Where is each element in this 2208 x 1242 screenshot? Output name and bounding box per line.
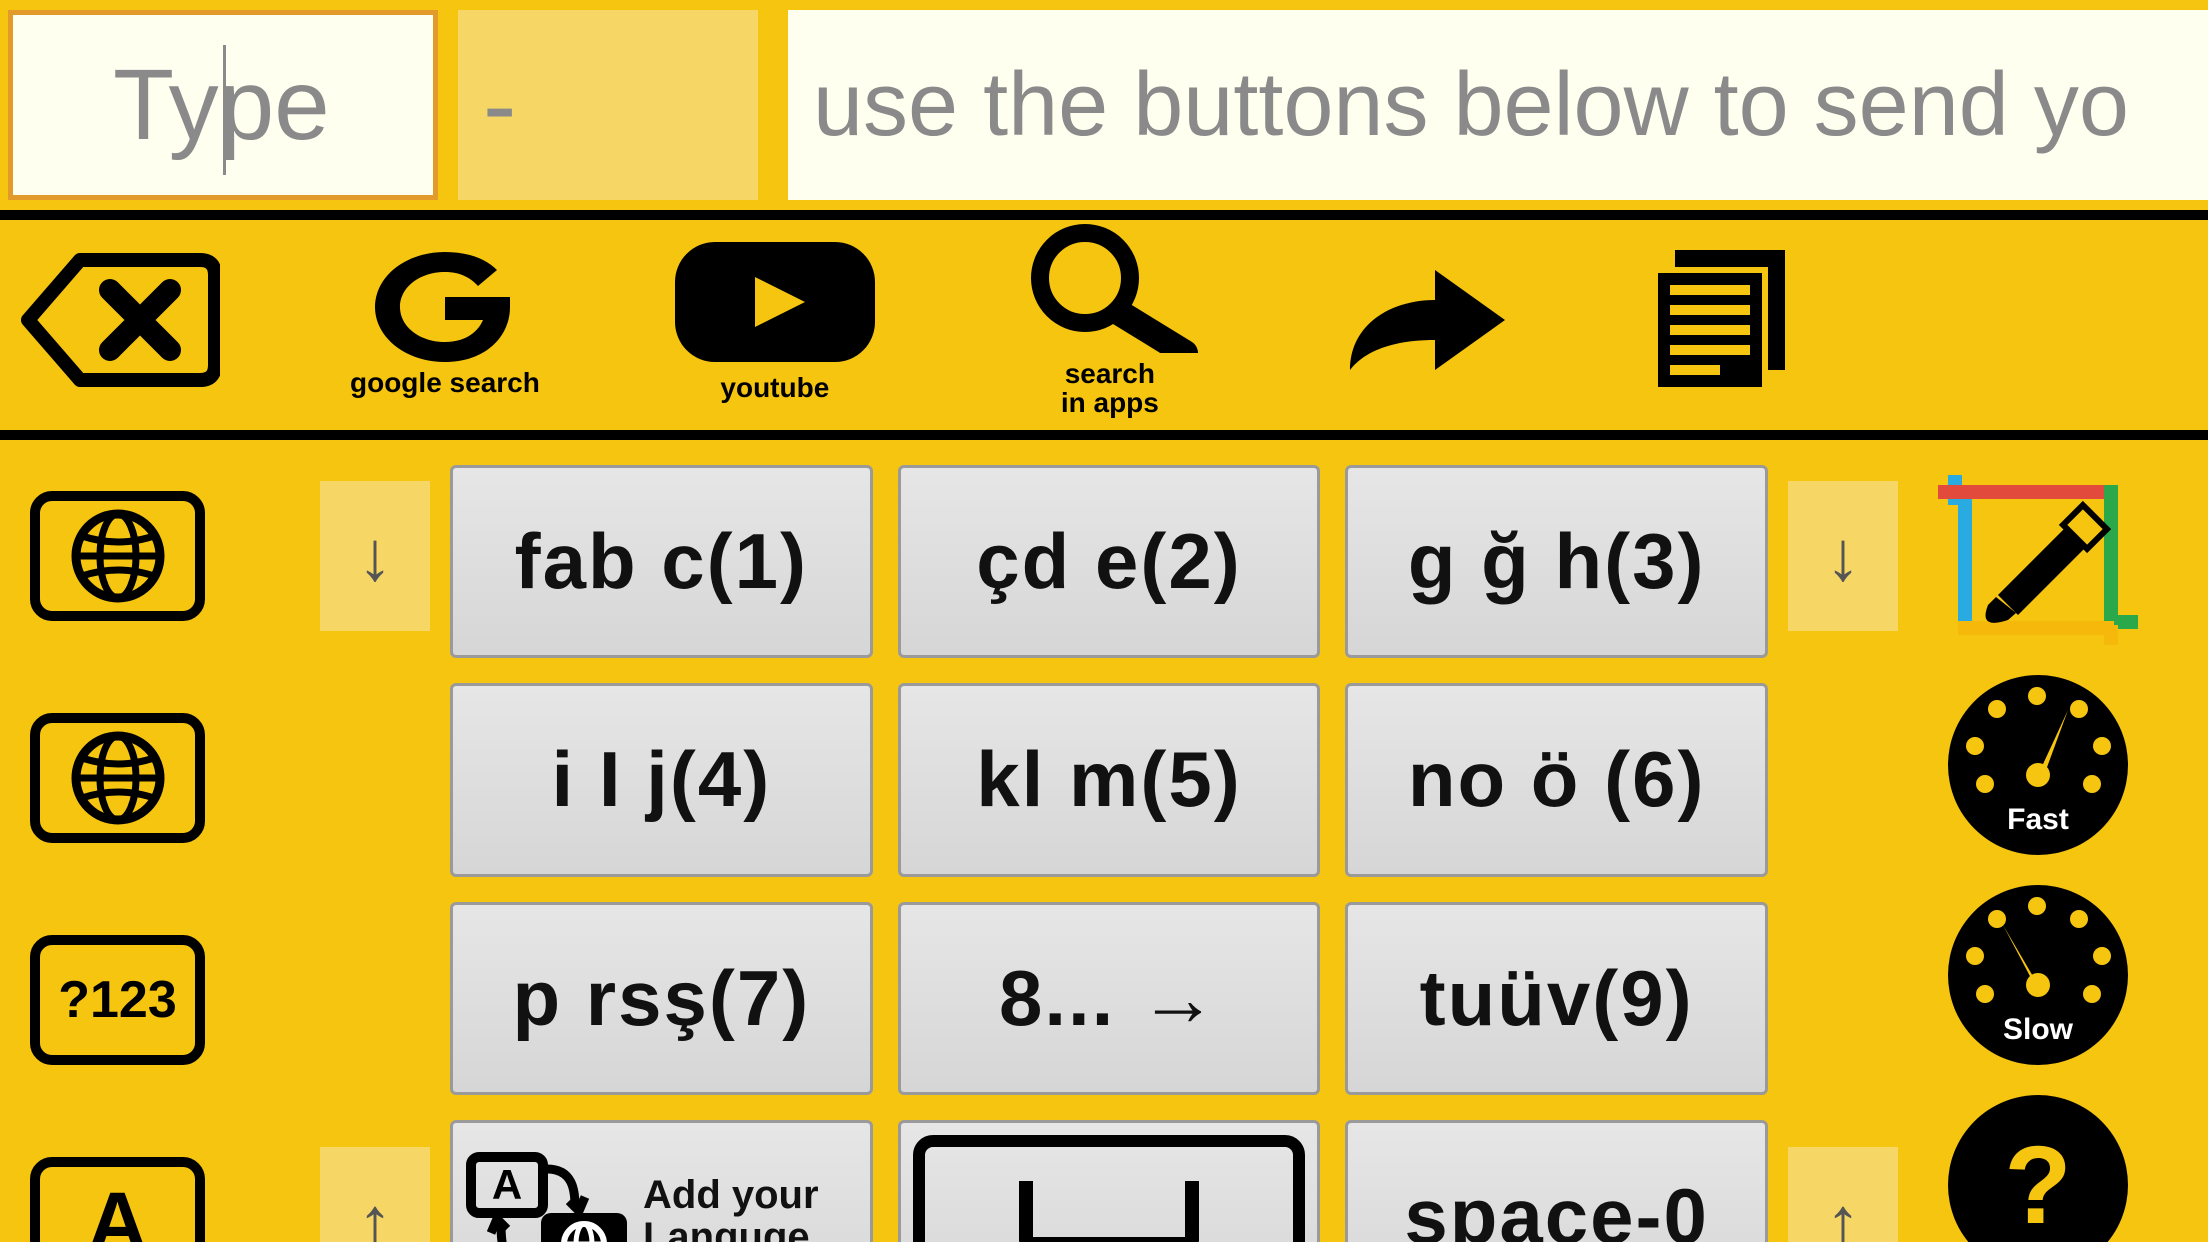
dash-char: - xyxy=(483,48,516,163)
caps-button[interactable]: A xyxy=(30,1157,205,1242)
type-placeholder: Type xyxy=(113,48,330,163)
key-6[interactable]: no ö (6) xyxy=(1345,683,1768,876)
arrow-up-icon: ↑ xyxy=(1826,1182,1861,1242)
arrow-down-right[interactable]: ↓ xyxy=(1788,481,1898,631)
hint-display: use the buttons below to send yo xyxy=(788,10,2208,200)
key-2-label: çd e(2) xyxy=(976,516,1241,607)
key-4-label: i I j(4) xyxy=(551,734,771,825)
speed-slow-button[interactable]: Slow xyxy=(1948,885,2128,1065)
magnifier-icon xyxy=(1010,223,1210,353)
crop-brush-icon xyxy=(1938,475,2138,645)
google-icon xyxy=(355,242,535,362)
backspace-icon xyxy=(20,250,220,390)
key-8[interactable]: 8... → xyxy=(898,902,1321,1095)
add-language-button[interactable]: A Add your Languge xyxy=(450,1120,873,1242)
key-1-label: fab c(1) xyxy=(515,516,808,607)
youtube-button[interactable]: youtube xyxy=(670,237,880,402)
key-3[interactable]: g ğ h(3) xyxy=(1345,465,1768,658)
key-7[interactable]: p rsş(7) xyxy=(450,902,873,1095)
svg-text:A: A xyxy=(492,1161,522,1208)
key-5[interactable]: kl m(5) xyxy=(898,683,1321,876)
backspace-button[interactable] xyxy=(20,250,220,390)
add-lang-l1: Add your xyxy=(643,1173,819,1217)
search-in-apps-button[interactable]: search in apps xyxy=(1010,223,1210,418)
key-3-label: g ğ h(3) xyxy=(1408,516,1706,607)
arrow-up-right[interactable]: ↑ xyxy=(1788,1147,1898,1242)
key-5-label: kl m(5) xyxy=(976,734,1241,825)
text-cursor xyxy=(223,45,226,175)
arrow-up-icon: ↑ xyxy=(358,1182,393,1242)
arrow-up-left[interactable]: ↑ xyxy=(320,1147,430,1242)
help-icon: ? xyxy=(2004,1122,2071,1242)
dash-display: - xyxy=(458,10,758,200)
numpad-toggle-button[interactable]: ?123 xyxy=(30,935,205,1065)
key-2[interactable]: çd e(2) xyxy=(898,465,1321,658)
copy-button[interactable] xyxy=(1640,245,1810,395)
key-6-label: no ö (6) xyxy=(1408,734,1706,825)
share-icon xyxy=(1340,255,1510,385)
globe-icon xyxy=(68,728,168,828)
key-0-label: space-0 xyxy=(1404,1171,1709,1242)
spacebar-icon xyxy=(913,1135,1306,1242)
type-input[interactable]: Type xyxy=(8,10,438,200)
divider xyxy=(0,430,2208,440)
hint-text: use the buttons below to send yo xyxy=(813,54,2129,157)
speed-fast-button[interactable]: Fast xyxy=(1948,675,2128,855)
arrow-down-icon: ↓ xyxy=(358,516,393,596)
key-0[interactable]: space-0 xyxy=(1345,1120,1768,1242)
globe-button-2[interactable] xyxy=(30,713,205,843)
arrow-down-left[interactable]: ↓ xyxy=(320,481,430,631)
fast-label: Fast xyxy=(1948,803,2128,837)
globe-button-1[interactable] xyxy=(30,491,205,621)
youtube-label: youtube xyxy=(720,373,829,402)
google-search-button[interactable]: google search xyxy=(350,242,540,397)
screenshot-button[interactable] xyxy=(1938,475,2138,645)
key-9-label: tuüv(9) xyxy=(1420,953,1694,1044)
google-label: google search xyxy=(350,368,540,397)
searchapps-label: search in apps xyxy=(1061,359,1159,418)
searchapps-l1: search xyxy=(1065,358,1155,389)
key-7-label: p rsş(7) xyxy=(512,953,810,1044)
share-button[interactable] xyxy=(1340,255,1510,385)
help-button[interactable]: ? xyxy=(1948,1095,2128,1242)
globe-icon xyxy=(68,506,168,606)
key-8-label: 8... → xyxy=(999,953,1219,1044)
add-lang-l2: Languge xyxy=(643,1215,810,1242)
key-1[interactable]: fab c(1) xyxy=(450,465,873,658)
translate-icon: A xyxy=(463,1151,633,1242)
document-icon xyxy=(1640,245,1810,395)
add-language-label: Add your Languge xyxy=(643,1174,819,1242)
spacebar-key[interactable] xyxy=(898,1120,1321,1242)
youtube-icon xyxy=(670,237,880,367)
searchapps-l2: in apps xyxy=(1061,387,1159,418)
arrow-down-icon: ↓ xyxy=(1826,516,1861,596)
slow-label: Slow xyxy=(1948,1013,2128,1047)
key-9[interactable]: tuüv(9) xyxy=(1345,902,1768,1095)
numpad-label: ?123 xyxy=(58,970,177,1030)
caps-label: A xyxy=(87,1174,148,1242)
divider xyxy=(0,210,2208,220)
key-4[interactable]: i I j(4) xyxy=(450,683,873,876)
